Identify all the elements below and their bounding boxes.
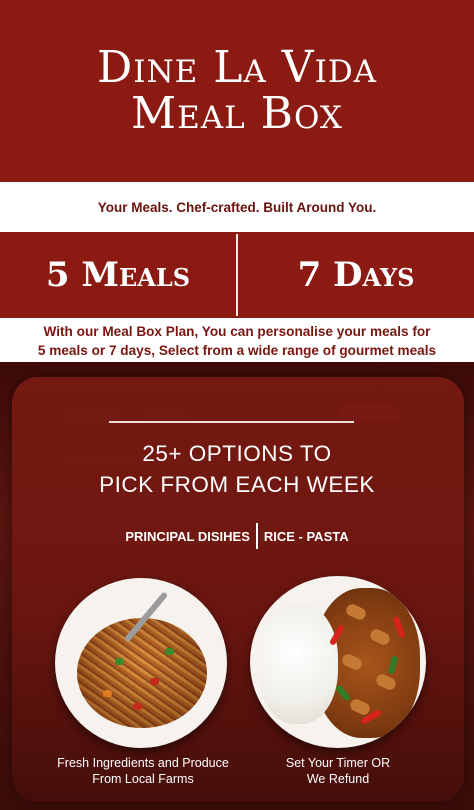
rice-chicken-plate-image <box>250 576 426 748</box>
feature-timer-refund: Set Your Timer OR We Refund <box>250 755 426 787</box>
noodles-plate-image <box>55 578 227 748</box>
category-separator <box>255 523 258 549</box>
plan-description: With our Meal Box Plan, You can personal… <box>0 318 474 362</box>
feature-timer-line2: We Refund <box>306 772 370 786</box>
category-rice-pasta: RICE - PASTA <box>263 528 349 544</box>
brand-title-line1: Dine La Vida <box>96 42 378 93</box>
feature-fresh-line1: Fresh Ingredients and Produce <box>57 756 229 770</box>
options-line1: 25+ OPTIONS TO <box>142 441 332 466</box>
brand-title-line2: Meal Box <box>131 88 343 139</box>
card-divider-line <box>109 421 354 423</box>
options-heading: 25+ OPTIONS TO PICK FROM EACH WEEK <box>0 438 474 500</box>
dish-categories: PRINCIPAL DISIHES RICE - PASTA <box>0 522 474 550</box>
options-line2: PICK FROM EACH WEEK <box>99 472 375 497</box>
tagline: Your Meals. Chef-crafted. Built Around Y… <box>0 182 474 232</box>
plan-7-days: 7 Days <box>297 255 415 295</box>
plan-options: 5 Meals 7 Days <box>0 232 474 318</box>
feature-timer-line1: Set Your Timer OR <box>285 756 391 770</box>
plan-5-meals: 5 Meals <box>45 255 191 295</box>
description-line1: With our Meal Box Plan, You can personal… <box>43 324 431 339</box>
category-principal-dishes: PRINCIPAL DISIHES <box>125 528 250 544</box>
header-banner: Dine La Vida Meal Box <box>0 0 474 182</box>
rice <box>258 604 338 724</box>
description-line2: 5 meals or 7 days, Select from a wide ra… <box>37 343 437 358</box>
feature-fresh-ingredients: Fresh Ingredients and Produce From Local… <box>30 755 256 787</box>
feature-fresh-line2: From Local Farms <box>92 772 194 786</box>
